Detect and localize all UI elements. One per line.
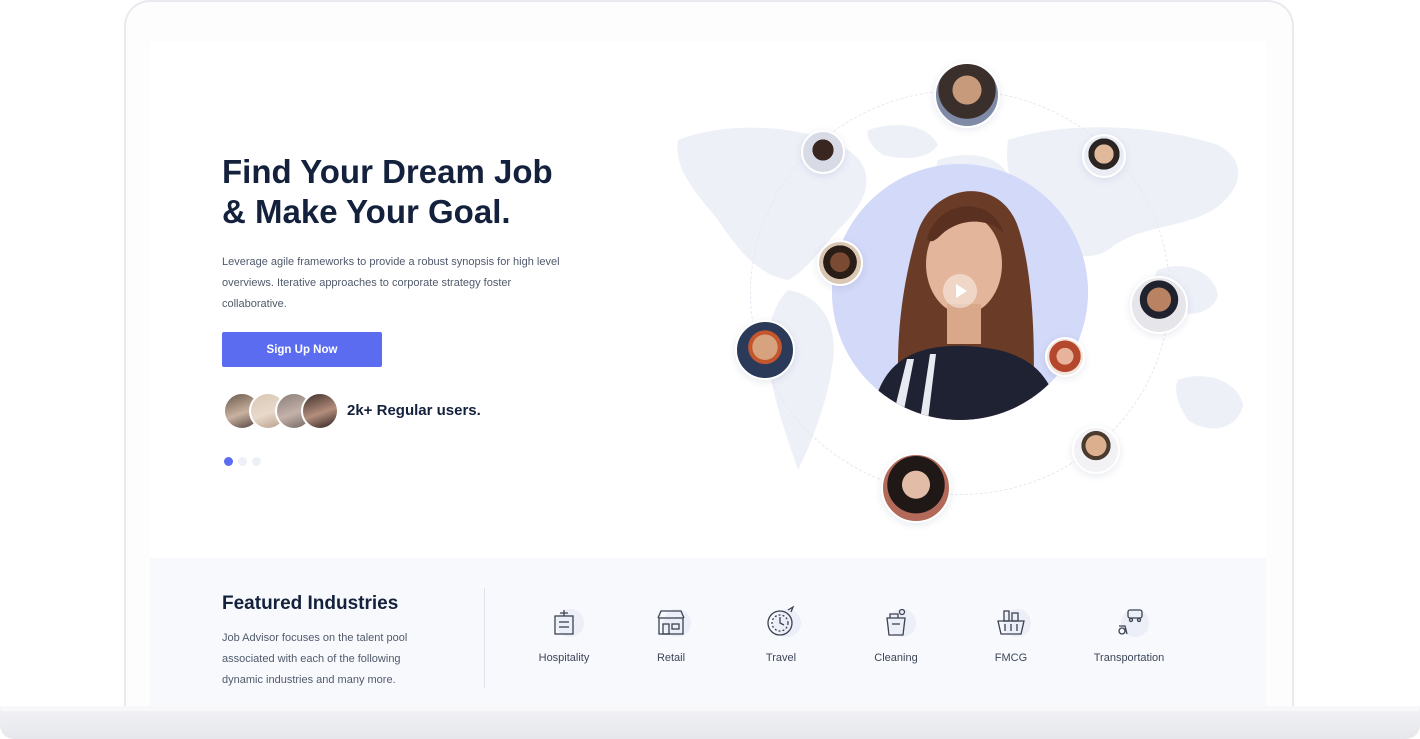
industry-label: FMCG (994, 652, 1028, 664)
cleaning-icon (878, 604, 916, 640)
transportation-icon (1111, 604, 1149, 640)
section-divider (484, 588, 485, 688)
industry-travel[interactable]: Travel (726, 604, 836, 674)
regular-users-count: 2k+ Regular users. (347, 402, 481, 419)
user-avatar-bubble (934, 62, 1000, 128)
industry-retail[interactable]: Retail (616, 604, 726, 674)
user-avatar-bubble (1130, 276, 1188, 334)
industry-label: Travel (765, 652, 797, 664)
user-avatar-bubble (1072, 426, 1120, 474)
featured-industries-description: Job Advisor focuses on the talent pool a… (222, 632, 408, 686)
fmcg-icon (993, 604, 1031, 640)
industry-label: Cleaning (874, 652, 918, 664)
avatar (301, 392, 339, 430)
hero-title-line-1: Find Your Dream Job (222, 153, 553, 190)
play-triangle (956, 284, 967, 298)
hero-title-line-2: & Make Your Goal. (222, 193, 511, 230)
travel-icon (763, 604, 801, 640)
slider-dot-3[interactable] (252, 457, 261, 466)
hero-title: Find Your Dream Job & Make Your Goal. (222, 152, 642, 232)
hospitality-icon (546, 604, 584, 640)
industry-label: Hospitality (538, 652, 590, 664)
slider-dots (224, 453, 266, 466)
website-screen: Find Your Dream Job & Make Your Goal. Le… (150, 42, 1266, 706)
user-avatar-bubble (735, 320, 795, 380)
industry-fmcg[interactable]: FMCG (956, 604, 1066, 674)
play-icon[interactable] (943, 274, 977, 308)
industry-hospitality[interactable]: Hospitality (509, 604, 619, 674)
hero-description: Leverage agile frameworks to provide a r… (222, 256, 560, 310)
user-avatar-bubble (817, 240, 863, 286)
user-avatar-bubble (801, 130, 845, 174)
featured-industries-title: Featured Industries (222, 593, 399, 614)
industry-label: Retail (656, 652, 686, 664)
industry-label: Transportation (1093, 652, 1165, 664)
retail-icon (653, 604, 691, 640)
industry-transportation[interactable]: Transportation (1074, 604, 1184, 674)
slider-dot-1[interactable] (224, 457, 233, 466)
user-avatar-bubble (881, 453, 951, 523)
laptop-base-lip (0, 706, 1420, 711)
industry-cleaning[interactable]: Cleaning (841, 604, 951, 674)
featured-industries-section: Featured Industries Job Advisor focuses … (150, 558, 1266, 706)
slider-dot-2[interactable] (238, 457, 247, 466)
user-avatar-bubble (1082, 134, 1126, 178)
sign-up-button[interactable]: Sign Up Now (222, 332, 382, 367)
regular-users-avatars (223, 392, 339, 430)
user-avatar-bubble (1045, 337, 1085, 377)
